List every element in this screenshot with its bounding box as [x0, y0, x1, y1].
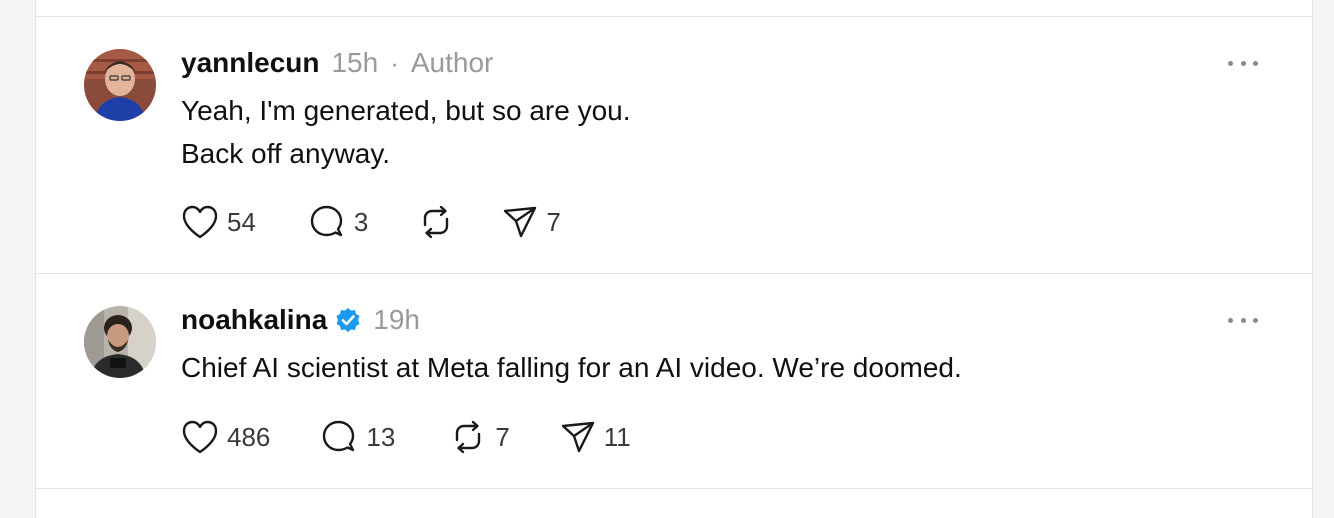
thread-feed: yannlecun 15h · Author Yeah, I'm generat… — [35, 0, 1313, 518]
like-button[interactable]: 486 — [181, 419, 270, 455]
action-bar: 54 3 7 — [181, 202, 561, 242]
repost-icon — [424, 205, 449, 239]
avatar[interactable] — [84, 306, 156, 378]
divider — [36, 488, 1312, 489]
more-icon[interactable] — [1228, 310, 1258, 330]
reply-button[interactable]: 3 — [308, 203, 368, 241]
repost-count: 7 — [495, 421, 510, 452]
timestamp[interactable]: 15h — [331, 47, 378, 79]
reply-count: 13 — [366, 421, 396, 452]
repost-icon — [456, 420, 481, 454]
post-text: Yeah, I'm generated, but so are you. Bac… — [181, 89, 631, 175]
reply-post: noahkalina 19h Chief AI scientist at Met… — [36, 274, 1312, 488]
author-badge: Author — [410, 47, 494, 78]
timestamp[interactable]: 19h — [373, 304, 420, 336]
like-button[interactable]: 54 — [181, 204, 256, 240]
username[interactable]: yannlecun — [181, 47, 319, 79]
username[interactable]: noahkalina — [181, 304, 327, 336]
heart-icon — [182, 420, 218, 454]
action-bar: 486 13 7 11 — [181, 417, 631, 457]
comment-icon — [310, 205, 343, 237]
share-count: 7 — [546, 206, 561, 237]
share-button[interactable]: 7 — [502, 204, 561, 240]
like-count: 54 — [227, 206, 256, 237]
like-count: 486 — [227, 421, 271, 452]
separator: · — [390, 47, 399, 78]
post-header: noahkalina 19h — [181, 300, 420, 340]
avatar[interactable] — [84, 49, 156, 121]
verified-icon — [336, 308, 360, 332]
post-header: yannlecun 15h · Author — [181, 43, 493, 83]
heart-icon — [182, 205, 218, 239]
post-text-line: Back off anyway. — [181, 138, 391, 169]
share-icon — [561, 421, 594, 453]
share-button[interactable]: 11 — [560, 419, 631, 455]
repost-button[interactable] — [417, 203, 455, 241]
post-text-line: Chief AI scientist at Meta falling for a… — [181, 352, 962, 383]
repost-button[interactable]: 7 — [449, 418, 510, 456]
reply-button[interactable]: 13 — [320, 418, 395, 456]
reply-post: yannlecun 15h · Author Yeah, I'm generat… — [36, 17, 1312, 273]
reply-count: 3 — [353, 206, 369, 237]
post-text: Chief AI scientist at Meta falling for a… — [181, 346, 962, 389]
post-text-line: Yeah, I'm generated, but so are you. — [181, 95, 631, 126]
more-icon[interactable] — [1228, 53, 1258, 73]
comment-icon — [323, 420, 355, 452]
share-count: 11 — [603, 421, 631, 452]
share-icon — [504, 206, 537, 238]
